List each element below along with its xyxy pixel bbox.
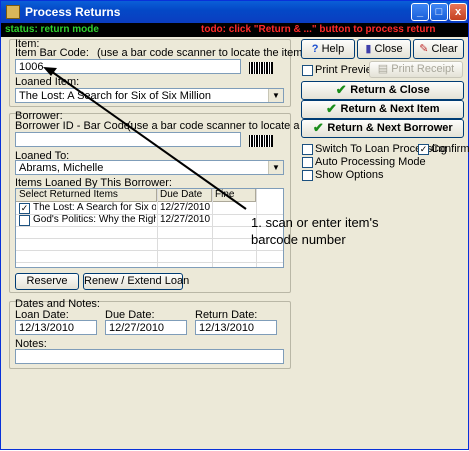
chevron-down-icon[interactable]: ▼: [268, 89, 283, 102]
borrower-id-label: Borrower ID - Bar Code:: [15, 120, 133, 132]
chevron-down-icon[interactable]: ▼: [268, 161, 283, 174]
checkmark-icon: ✔: [312, 120, 324, 136]
clear-button[interactable]: ✎ Clear: [413, 39, 464, 59]
table-row-title[interactable]: The Lost: A Search for Six of Six Mil...: [30, 202, 156, 214]
loaned-item-label: Loaned Item:: [15, 76, 80, 88]
status-text: status: return mode: [5, 24, 99, 35]
table-row-due: 12/27/2010: [160, 202, 211, 213]
status-bar: status: return mode todo: click "Return …: [1, 23, 468, 37]
table-row-due: 12/27/2010: [160, 214, 211, 225]
print-icon: ▤: [377, 63, 389, 75]
todo-text: todo: click "Return & ..." button to pro…: [201, 24, 436, 35]
checkmark-icon: ✔: [335, 82, 347, 98]
column-header-title[interactable]: Select Returned Items: [16, 189, 157, 202]
grid-divider: [16, 226, 283, 227]
renew-extend-loan-button[interactable]: Renew / Extend Loan: [83, 273, 189, 290]
barcode-icon: [249, 62, 273, 74]
row-select-checkbox[interactable]: ✓: [19, 203, 30, 214]
print-receipt-button[interactable]: ▤ Print Receipt: [369, 61, 463, 78]
close-button[interactable]: ▮ Close: [357, 39, 411, 59]
app-icon: [6, 5, 20, 19]
loaned-to-select[interactable]: Abrams, Michelle ▼: [15, 160, 284, 175]
loaned-item-select[interactable]: The Lost: A Search for Six of Six Millio…: [15, 88, 284, 103]
minimize-button[interactable]: _: [411, 3, 429, 21]
item-barcode-input[interactable]: 1006: [15, 59, 241, 74]
return-next-borrower-label: Return & Next Borrower: [327, 122, 453, 134]
maximize-button[interactable]: □: [430, 3, 448, 21]
close-window-button[interactable]: x: [449, 3, 467, 21]
window-title: Process Returns: [25, 5, 121, 19]
loaned-to-value: Abrams, Michelle: [19, 162, 104, 174]
print-preview-checkbox[interactable]: [302, 65, 313, 76]
grid-divider: [157, 189, 158, 267]
confirm-checkbox[interactable]: ✓: [418, 144, 429, 155]
due-date-input[interactable]: 12/27/2010: [105, 320, 187, 335]
help-icon: ?: [311, 43, 319, 55]
return-next-item-label: Return & Next Item: [340, 103, 440, 115]
auto-processing-label: Auto Processing Mode: [315, 156, 426, 168]
table-row-fine: [212, 214, 256, 226]
loan-date-input[interactable]: 12/13/2010: [15, 320, 97, 335]
checkmark-icon: ✔: [326, 101, 337, 117]
clear-button-label: Clear: [431, 43, 458, 55]
return-close-label: Return & Close: [350, 84, 430, 96]
annotation-line1: 1. scan or enter item's: [251, 215, 379, 230]
title-bar[interactable]: Process Returns _ □ x: [1, 1, 468, 23]
clear-eraser-icon: ✎: [419, 43, 429, 55]
return-close-button[interactable]: ✔ Return & Close: [301, 81, 464, 100]
annotation-line2: barcode number: [251, 232, 346, 247]
show-options-label: Show Options: [315, 169, 384, 181]
close-button-label: Close: [374, 43, 403, 55]
switch-loan-processing-checkbox[interactable]: [302, 144, 313, 155]
loaned-item-value: The Lost: A Search for Six of Six Millio…: [19, 90, 211, 102]
column-header-due-date[interactable]: Due Date: [157, 189, 212, 202]
print-receipt-label: Print Receipt: [391, 63, 455, 75]
grid-divider: [16, 262, 283, 263]
notes-input[interactable]: [15, 349, 284, 364]
grid-divider: [212, 189, 213, 267]
return-next-item-button[interactable]: ✔ Return & Next Item: [301, 100, 464, 119]
reserve-button[interactable]: Reserve: [15, 273, 79, 290]
auto-processing-checkbox[interactable]: [302, 157, 313, 168]
table-row-title[interactable]: God's Politics: Why the Right Gets I...: [30, 214, 156, 226]
grid-divider: [16, 250, 283, 251]
item-barcode-label: Item Bar Code:: [15, 47, 89, 59]
grid-divider: [16, 238, 283, 239]
show-options-checkbox[interactable]: [302, 170, 313, 181]
column-header-fine[interactable]: Fine: [212, 189, 256, 202]
return-date-input[interactable]: 12/13/2010: [195, 320, 277, 335]
confirm-label: Confirm: [431, 143, 469, 155]
item-barcode-hint: (use a bar code scanner to locate the it…: [97, 47, 307, 59]
help-button[interactable]: ? Help: [301, 39, 355, 59]
table-row-fine: [212, 202, 256, 214]
close-book-icon: ▮: [365, 43, 372, 55]
borrower-id-input[interactable]: [15, 132, 241, 147]
return-next-borrower-button[interactable]: ✔ Return & Next Borrower: [301, 119, 464, 138]
barcode-icon: [249, 135, 273, 147]
help-button-label: Help: [321, 43, 345, 55]
items-loaned-table: Select Returned Items Due Date Fine ✓ Th…: [15, 188, 284, 268]
row-select-checkbox[interactable]: [19, 215, 30, 226]
process-returns-window: Process Returns _ □ x status: return mod…: [0, 0, 469, 450]
